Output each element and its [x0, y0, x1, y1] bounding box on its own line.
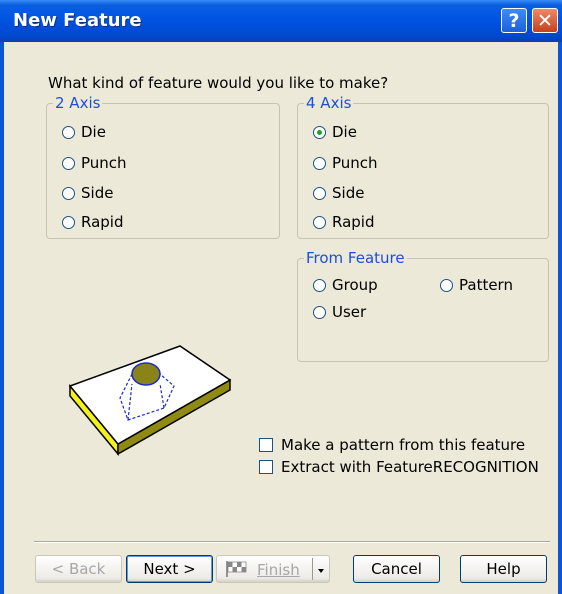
radio-label: Pattern: [459, 276, 513, 294]
radio-from-group[interactable]: Group: [313, 276, 378, 294]
radio-icon: [62, 156, 75, 170]
radio-icon: [62, 186, 75, 200]
radio-2axis-punch[interactable]: Punch: [62, 154, 127, 172]
group-2-axis-label: 2 Axis: [53, 94, 103, 112]
radio-label: Die: [332, 123, 357, 141]
extract-recognition-checkbox[interactable]: Extract with FeatureRECOGNITION: [259, 458, 539, 476]
radio-selected-icon: [313, 125, 326, 139]
radio-label: Punch: [81, 154, 127, 172]
radio-2axis-die[interactable]: Die: [62, 123, 106, 141]
back-button[interactable]: < Back: [35, 555, 122, 583]
help-button[interactable]: Help: [460, 555, 547, 583]
close-icon[interactable]: ✕: [532, 8, 558, 33]
checkbox-icon: [259, 438, 273, 452]
radio-label: Group: [332, 276, 378, 294]
radio-icon: [313, 278, 326, 292]
radio-4axis-die[interactable]: Die: [313, 123, 357, 141]
checkbox-label: Extract with FeatureRECOGNITION: [281, 458, 539, 476]
radio-icon: [313, 186, 326, 200]
radio-label: Die: [81, 123, 106, 141]
radio-2axis-side[interactable]: Side: [62, 184, 113, 202]
radio-label: Side: [332, 184, 365, 202]
checkbox-icon: [259, 460, 273, 474]
cancel-button[interactable]: Cancel: [353, 555, 440, 583]
radio-icon: [440, 278, 453, 292]
group-from-feature-label: From Feature: [304, 249, 407, 267]
radio-icon: [313, 305, 326, 319]
window-frame-right: [558, 42, 562, 594]
next-button[interactable]: Next >: [126, 555, 213, 583]
finish-dropdown-arrow-icon[interactable]: [312, 558, 330, 580]
window-title: New Feature: [13, 10, 142, 31]
radio-2axis-rapid[interactable]: Rapid: [62, 213, 124, 231]
radio-icon: [62, 215, 75, 229]
checkered-flag-icon: [226, 561, 247, 577]
finish-button[interactable]: Finish: [216, 555, 330, 583]
radio-4axis-punch[interactable]: Punch: [313, 154, 378, 172]
radio-from-pattern[interactable]: Pattern: [440, 276, 513, 294]
make-pattern-checkbox[interactable]: Make a pattern from this feature: [259, 436, 525, 454]
window-frame-left: [0, 42, 4, 594]
radio-label: Rapid: [332, 213, 375, 231]
feature-preview-icon: [68, 345, 232, 456]
radio-icon: [313, 156, 326, 170]
feature-question: What kind of feature would you like to m…: [48, 74, 389, 92]
checkbox-label: Make a pattern from this feature: [281, 436, 526, 454]
radio-from-user[interactable]: User: [313, 303, 366, 321]
radio-label: Punch: [332, 154, 378, 172]
help-icon[interactable]: ?: [501, 8, 527, 33]
button-separator: [34, 541, 550, 543]
radio-4axis-rapid[interactable]: Rapid: [313, 213, 375, 231]
radio-label: Rapid: [81, 213, 124, 231]
finish-label: Finish: [257, 561, 300, 579]
group-4-axis-label: 4 Axis: [304, 94, 354, 112]
radio-label: Side: [81, 184, 114, 202]
radio-icon: [62, 125, 75, 139]
radio-4axis-side[interactable]: Side: [313, 184, 364, 202]
radio-label: User: [332, 303, 367, 321]
title-bar: New Feature ? ✕: [0, 0, 562, 42]
radio-icon: [313, 215, 326, 229]
